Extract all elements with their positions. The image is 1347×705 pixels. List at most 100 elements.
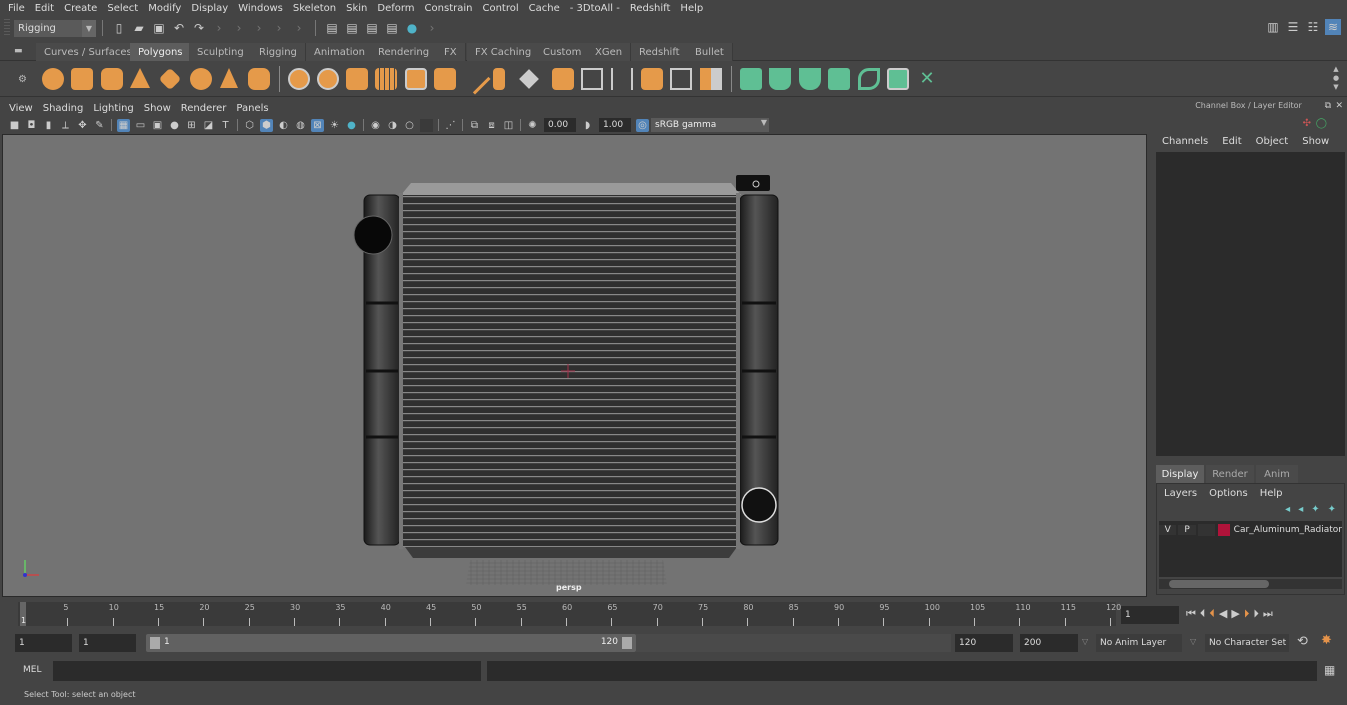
torus-icon[interactable] [190,68,212,90]
cone-icon[interactable] [130,68,150,88]
menu-display[interactable]: Display [187,3,234,14]
render-settings-icon[interactable]: ▤ [384,20,400,36]
menu-file[interactable]: File [4,3,31,14]
channel-list[interactable] [1156,152,1345,456]
fill-hole-icon[interactable] [611,68,633,90]
script-editor-icon[interactable]: ▦ [1324,663,1335,677]
range-start-handle[interactable] [150,637,160,649]
image-plane-icon[interactable]: ⟂ [59,119,72,132]
new-layer-selected-icon[interactable]: ✦ [1328,504,1336,515]
use-all-lights-icon[interactable]: ☀ [328,119,341,132]
shelf-scroll[interactable]: ▲ ● ▼ [1331,65,1341,93]
layer-playback-toggle[interactable]: P [1178,525,1196,535]
tab-rendering[interactable]: Rendering [370,43,439,61]
collapse-arrow-icon[interactable]: › [271,20,287,36]
tab-display[interactable]: Display [1156,465,1204,483]
collapse-arrow-icon[interactable]: › [424,20,440,36]
shelf-settings-gear-icon[interactable]: ⚙ [18,74,27,85]
anim-layer-dropdown[interactable]: No Anim Layer [1096,634,1182,652]
combine-icon[interactable] [288,68,310,90]
uv-spherical-icon[interactable] [799,68,821,90]
step-forward-frame-icon[interactable]: ⏵ [1253,607,1259,621]
plane-diamond-icon[interactable] [158,67,182,91]
uv-cylindrical-icon[interactable] [769,68,791,90]
camera-icon[interactable]: ■ [8,119,21,132]
shelf-menu-icon[interactable]: ▬ [14,46,26,56]
gamma-field[interactable]: 1.00 [599,118,631,132]
camera-attributes-icon[interactable]: ◘ [25,119,38,132]
step-back-frame-icon[interactable]: ⏴ [1200,607,1206,621]
channel-box-icon[interactable]: ≋ [1325,19,1341,35]
move-layer-down-icon[interactable]: ◂ [1298,504,1303,515]
attribute-editor-icon[interactable]: ☰ [1285,19,1301,35]
move-layer-up-icon[interactable]: ◂ [1285,504,1290,515]
layer-scrollbar[interactable] [1159,579,1342,589]
anim-layer-chevron-icon[interactable]: ▽ [1082,637,1088,646]
field-chart-icon[interactable]: ⊞ [185,119,198,132]
multi-cut-icon[interactable] [493,68,505,90]
tab-render[interactable]: Render [1206,465,1254,483]
grip-handle[interactable] [4,19,10,37]
tab-polygons[interactable]: Polygons [130,43,192,61]
layer-display-type[interactable] [1197,524,1216,536]
isolate-select-icon[interactable]: ⋰ [444,119,457,132]
tab-custom[interactable]: Custom [535,43,591,61]
menu-modify[interactable]: Modify [144,3,187,14]
menu-cache[interactable]: Cache [525,3,566,14]
viewport-menu-lighting[interactable]: Lighting [88,103,138,114]
go-to-start-icon[interactable]: ⏮ [1186,607,1196,621]
extrude-icon[interactable] [405,68,427,90]
uv-planar-icon[interactable] [740,68,762,90]
redo-icon[interactable]: ↷ [191,20,207,36]
channel-menu-edit[interactable]: Edit [1222,136,1241,147]
xray-icon[interactable]: ⧉ [468,119,481,132]
open-scene-icon[interactable]: ▰ [131,20,147,36]
smooth-shade-icon[interactable]: ⬢ [260,118,273,132]
mirror-icon[interactable] [346,68,368,90]
scene-end-field[interactable]: 200 [1020,634,1078,652]
layer-name[interactable]: Car_Aluminum_Radiator [1234,525,1342,535]
tab-fx-caching[interactable]: FX Caching [467,43,541,61]
menu-skeleton[interactable]: Skeleton [289,3,342,14]
pipe-icon[interactable] [248,68,270,90]
time-slider-track[interactable]: 1 5 10 15 20 25 30 35 40 45 50 55 60 65 70 75 80 85 90 95 1… [18,602,1121,626]
pyramid-icon[interactable] [220,68,238,88]
sphere-icon[interactable] [42,68,64,90]
screen-space-ao-icon[interactable]: ◉ [369,119,382,132]
layer-color-swatch[interactable] [1218,524,1230,536]
viewport-persp[interactable]: persp [2,134,1147,597]
modeling-toolkit-icon[interactable]: ▥ [1265,19,1281,35]
xray-components-icon[interactable]: ◫ [502,119,515,132]
tab-redshift[interactable]: Redshift [631,43,689,61]
speed-icon[interactable]: ◯ [1316,118,1327,129]
menuset-dropdown[interactable]: Rigging ▼ [14,19,96,37]
wireframe-icon[interactable]: ⬡ [243,119,256,132]
cube-icon[interactable] [71,68,93,90]
tab-bullet[interactable]: Bullet [687,43,733,61]
animation-preferences-icon[interactable]: ✸ [1321,633,1332,648]
resolution-gate-icon[interactable]: ▣ [151,119,164,132]
channel-menu-object[interactable]: Object [1256,136,1289,147]
menu-create[interactable]: Create [60,3,103,14]
layer-menu-help[interactable]: Help [1260,488,1283,499]
bevel-icon[interactable] [519,69,539,89]
uv-automatic-icon[interactable] [828,68,850,90]
layer-menu-layers[interactable]: Layers [1164,488,1197,499]
tab-sculpting[interactable]: Sculpting [189,43,253,61]
range-end-handle[interactable] [622,637,632,649]
cylinder-icon[interactable] [101,68,123,90]
render-frame-icon[interactable]: ▤ [344,20,360,36]
new-scene-icon[interactable]: ▯ [111,20,127,36]
go-to-end-icon[interactable]: ⏭ [1263,607,1273,621]
bookmark-icon[interactable]: ▮ [42,119,55,132]
bridge-icon[interactable] [434,68,456,90]
tab-anim[interactable]: Anim [1256,465,1298,483]
channel-menu-channels[interactable]: Channels [1162,136,1208,147]
character-set-chevron-icon[interactable]: ▽ [1190,637,1196,646]
soften-edge-icon[interactable] [700,68,722,90]
viewport-menu-renderer[interactable]: Renderer [176,103,232,114]
tab-xgen[interactable]: XGen [587,43,632,61]
save-scene-icon[interactable]: ▣ [151,20,167,36]
current-frame-field[interactable]: 1 [1121,606,1179,624]
play-forward-icon[interactable]: ▶ [1231,607,1239,621]
